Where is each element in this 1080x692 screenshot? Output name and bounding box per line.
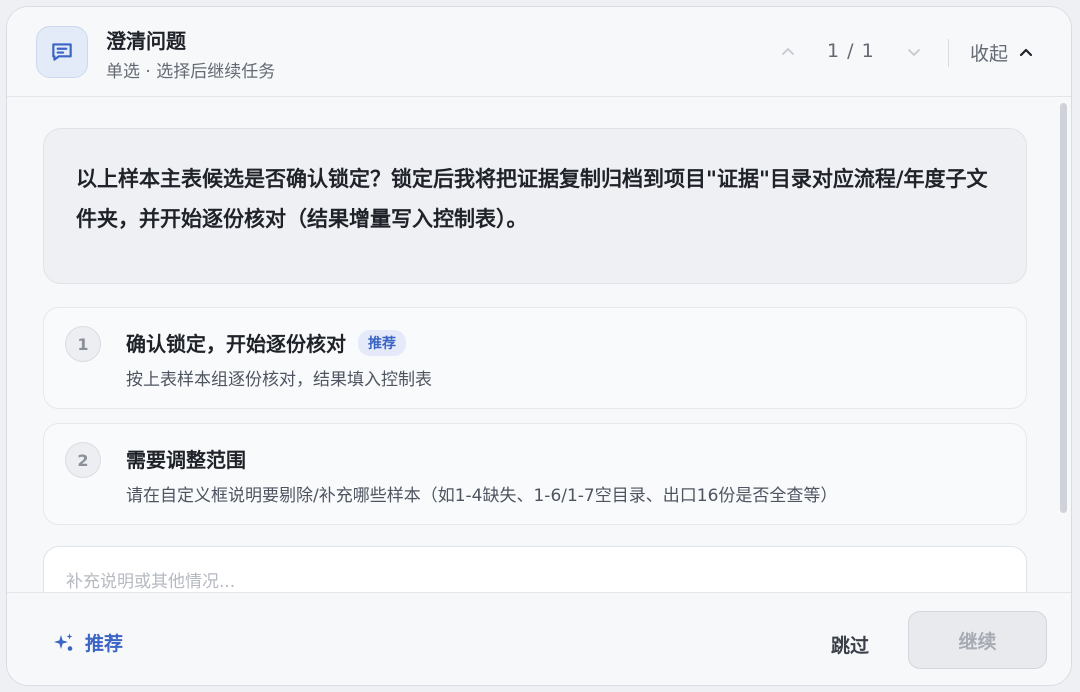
sparkle-icon <box>54 633 73 651</box>
recommend-button[interactable]: 推荐 <box>53 629 123 656</box>
option-confirm-lock[interactable]: 1 确认锁定，开始逐份核对 推荐 按上表样本组逐份核对，结果填入控制表 <box>43 307 1027 409</box>
chevron-down-icon <box>908 49 920 56</box>
option-title: 需要调整范围 <box>126 444 246 473</box>
next-question-button[interactable] <box>901 39 927 65</box>
header-divider <box>948 39 949 67</box>
chat-bubble-icon <box>36 26 88 78</box>
custom-answer-placeholder: 补充说明或其他情况... <box>66 572 236 592</box>
panel-header: 澄清问题 单选 · 选择后继续任务 1 / 1 收起 <box>7 7 1071 97</box>
previous-question-button[interactable] <box>775 39 801 65</box>
option-title-text: 确认锁定，开始逐份核对 <box>126 332 346 356</box>
question-pager: 1 / 1 <box>827 40 875 62</box>
question-card: 以上样本主表候选是否确认锁定？锁定后我将把证据复制归档到项目"证据"目录对应流程… <box>43 128 1027 284</box>
recommended-badge: 推荐 <box>358 329 406 356</box>
option-title-text: 需要调整范围 <box>126 448 246 472</box>
option-title: 确认锁定，开始逐份核对 推荐 <box>126 328 406 357</box>
panel-subtitle: 单选 · 选择后继续任务 <box>106 62 276 82</box>
question-text: 以上样本主表候选是否确认锁定？锁定后我将把证据复制归档到项目"证据"目录对应流程… <box>76 167 988 231</box>
recommend-label: 推荐 <box>85 633 124 655</box>
option-number: 2 <box>65 442 101 478</box>
scrollbar[interactable] <box>1060 103 1067 513</box>
option-description: 请在自定义框说明要剔除/补充哪些样本（如1-4缺失、1-6/1-7空目录、出口1… <box>126 486 838 506</box>
option-adjust-scope[interactable]: 2 需要调整范围 请在自定义框说明要剔除/补充哪些样本（如1-4缺失、1-6/1… <box>43 423 1027 525</box>
panel-footer: 推荐 跳过 继续 <box>7 592 1071 685</box>
panel-title: 澄清问题 <box>106 29 186 53</box>
skip-button[interactable]: 跳过 <box>831 631 869 658</box>
collapse-label: 收起 <box>970 43 1009 65</box>
collapse-button[interactable]: 收起 <box>970 39 1034 66</box>
continue-button[interactable]: 继续 <box>908 611 1047 669</box>
clarify-panel: 澄清问题 单选 · 选择后继续任务 1 / 1 收起 以上样本主表候选是否确认锁… <box>6 6 1072 686</box>
chevron-up-icon <box>1019 48 1033 56</box>
chevron-up-icon <box>782 48 794 55</box>
option-description: 按上表样本组逐份核对，结果填入控制表 <box>126 370 432 390</box>
option-number: 1 <box>65 326 101 362</box>
